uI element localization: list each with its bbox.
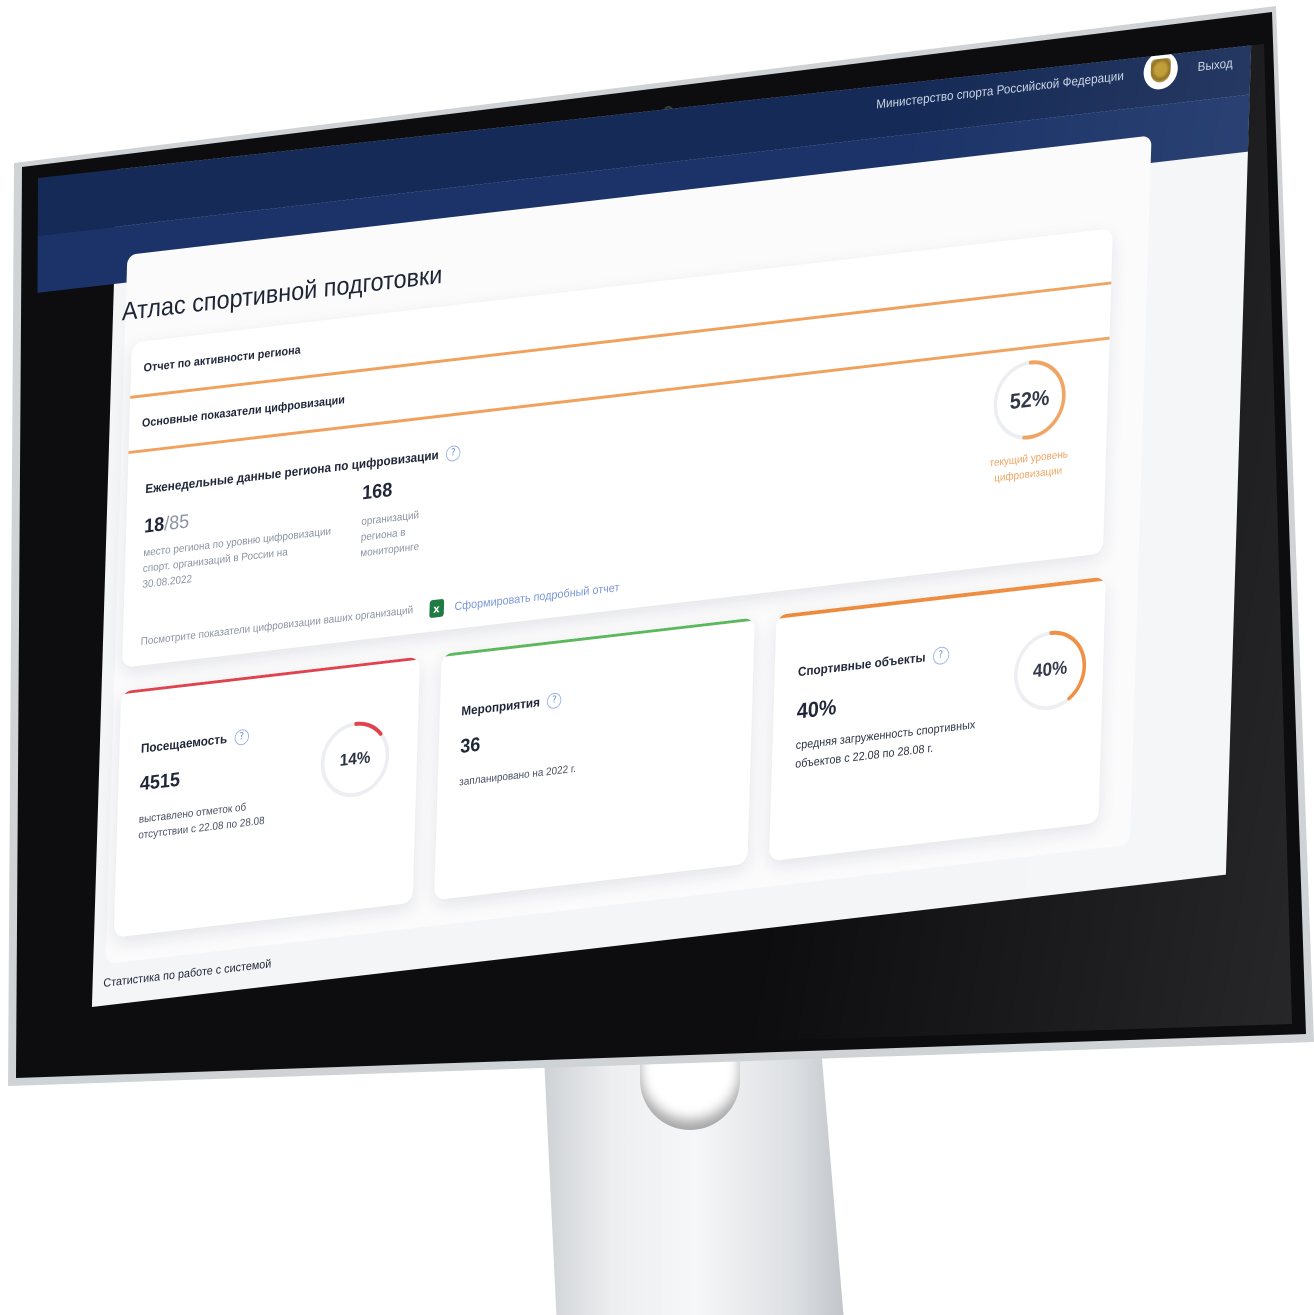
events-title: Мероприятия — [461, 694, 541, 719]
orgs-value: 168 — [361, 479, 393, 505]
facilities-title: Спортивные объекты — [797, 649, 926, 680]
gauge-label: 52% — [1009, 384, 1050, 415]
attendance-title-row: Посещаемость? — [140, 726, 250, 757]
stats-title: Статистика по работе с системой — [103, 956, 272, 990]
rank-total: /85 — [163, 510, 190, 536]
help-icon[interactable]: ? — [546, 691, 562, 709]
detailed-report-link[interactable]: Сформировать подробный отчет — [454, 580, 619, 613]
rank-value: 18 — [143, 513, 165, 538]
events-title-row: Мероприятия? — [461, 689, 562, 719]
attendance-gauge-label: 14% — [339, 747, 371, 770]
facilities-card: Спортивные объекты? 40% средняя загружен… — [768, 576, 1106, 862]
rank-block: 18/85 место региона по уровню цифровизац… — [142, 494, 333, 594]
attendance-card: Посещаемость? 4515 выставлено отметок об… — [113, 656, 421, 938]
region-subtitle: Основные показатели цифровизации — [141, 392, 346, 430]
attendance-gauge: 14% — [315, 712, 395, 806]
events-value: 36 — [460, 733, 481, 758]
region-section-title: Отчет по активности региона — [143, 342, 301, 375]
digitalization-gauge: 52% — [988, 351, 1072, 449]
facilities-title-row: Спортивные объекты? — [797, 644, 950, 681]
attendance-desc: выставлено отметок об отсутствии с 22.08… — [138, 801, 265, 842]
attendance-title: Посещаемость — [140, 731, 228, 756]
attendance-value: 4515 — [139, 768, 181, 796]
gauge-caption: текущий уровень цифровизации — [989, 448, 1069, 485]
help-icon[interactable]: ? — [234, 728, 250, 746]
excel-icon: x — [428, 598, 444, 619]
help-icon[interactable]: ? — [445, 444, 461, 462]
facilities-desc: средняя загруженность спортивных объекто… — [795, 717, 976, 772]
logout-link[interactable]: Выход — [1197, 55, 1232, 74]
help-icon[interactable]: ? — [932, 645, 950, 665]
events-desc: запланировано на 2022 г. — [459, 762, 577, 789]
facilities-gauge-label: 40% — [1032, 657, 1068, 683]
facilities-value: 40% — [796, 694, 837, 724]
events-card: Мероприятия? 36 запланировано на 2022 г. — [434, 617, 755, 901]
orgs-description: организаций региона в мониторинге — [360, 509, 420, 560]
app-window: Министерство спорта Российской Федерации… — [34, 44, 1252, 1007]
facilities-gauge: 40% — [1008, 621, 1092, 719]
rank-description: место региона по уровню цифровизации спо… — [142, 525, 332, 591]
orgs-block: 168 организаций региона в мониторинге — [360, 473, 443, 562]
